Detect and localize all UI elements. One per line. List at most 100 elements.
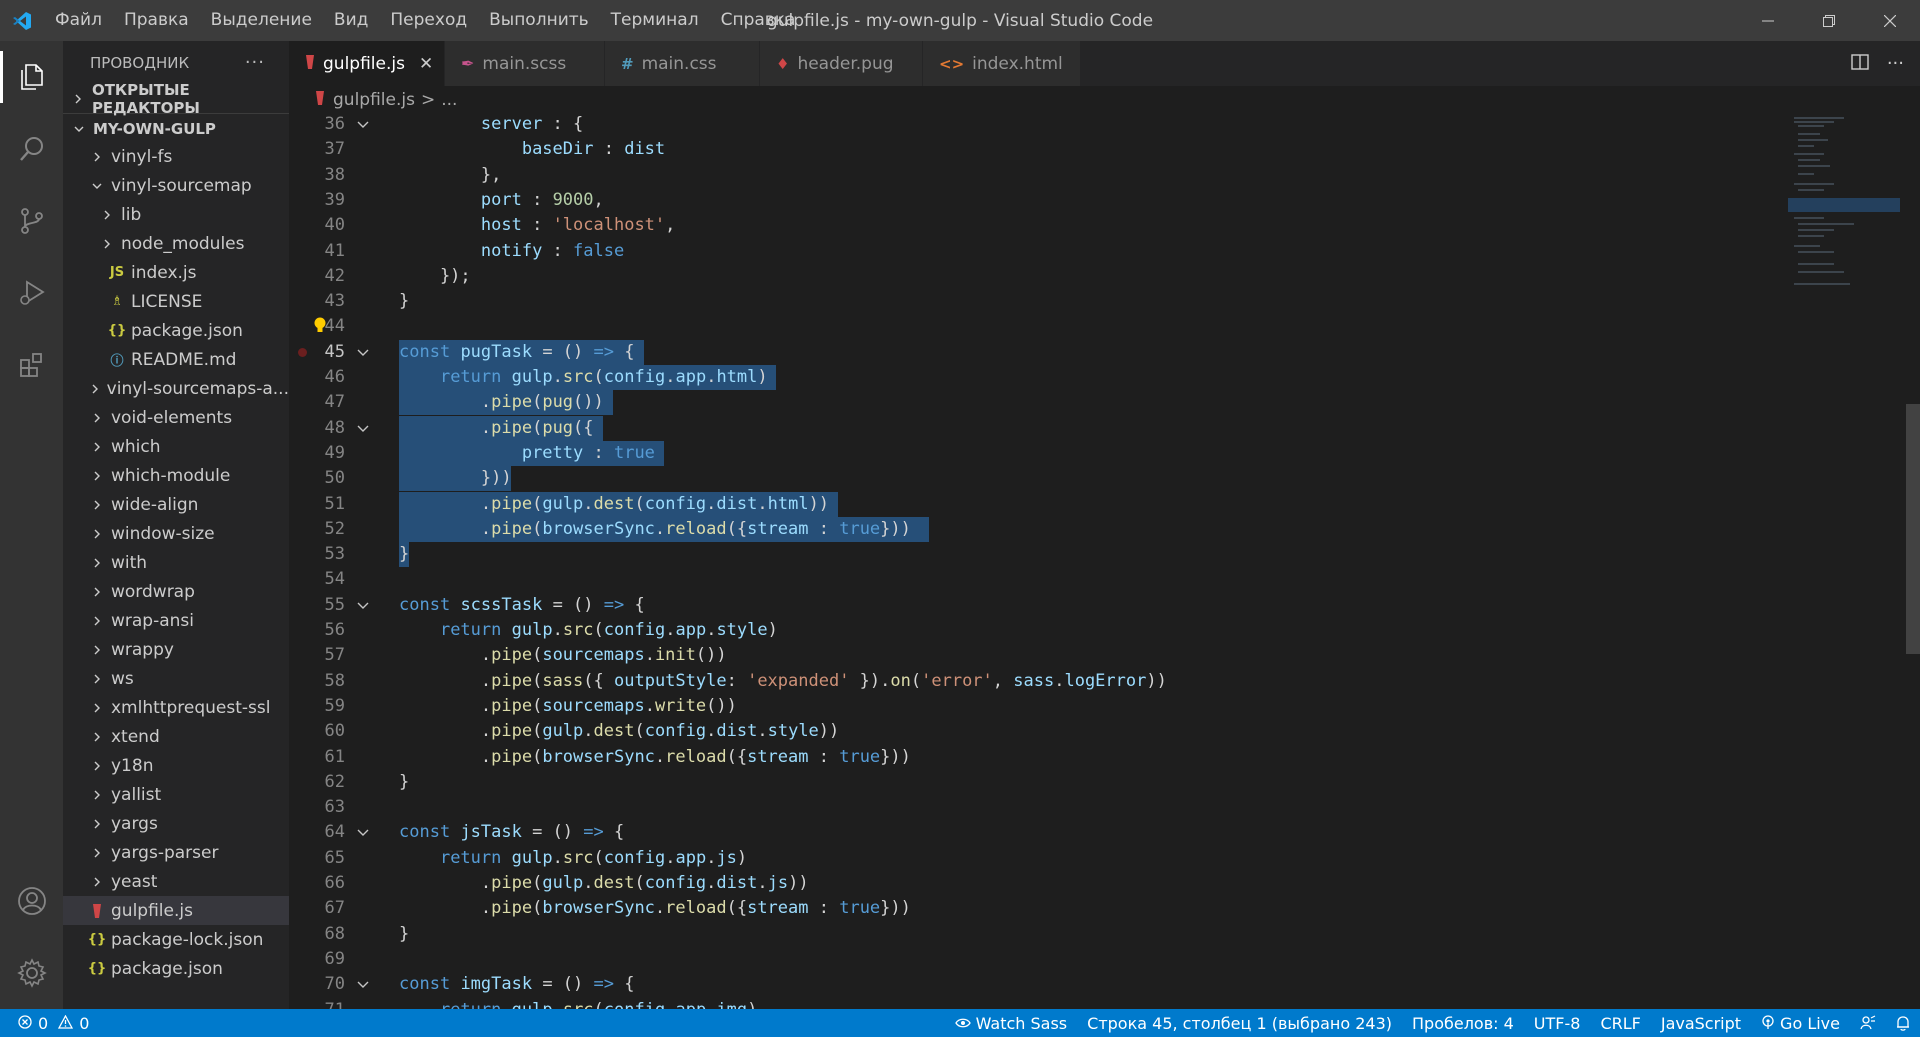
breadcrumb-more[interactable]: ... bbox=[441, 90, 457, 110]
scrollbar-thumb[interactable] bbox=[1906, 404, 1920, 654]
file-item[interactable]: ⓘ README.md bbox=[63, 345, 289, 374]
explorer-icon[interactable] bbox=[0, 41, 63, 113]
folder-item[interactable]: y18n bbox=[63, 751, 289, 780]
folder-item[interactable]: lib bbox=[63, 200, 289, 229]
language-mode[interactable]: JavaScript bbox=[1651, 1014, 1751, 1033]
chevron-right-icon bbox=[89, 732, 105, 742]
folder-item[interactable]: wrappy bbox=[63, 635, 289, 664]
settings-gear-icon[interactable] bbox=[0, 937, 63, 1009]
menu-item-7[interactable]: Справка bbox=[710, 0, 807, 41]
folder-item[interactable]: which bbox=[63, 432, 289, 461]
feedback-icon[interactable] bbox=[1850, 1015, 1886, 1031]
tab-gulpfile-js[interactable]: gulpfile.js ✕ bbox=[289, 41, 445, 86]
line-number: 48 bbox=[324, 417, 345, 438]
split-editor-icon[interactable] bbox=[1851, 53, 1869, 75]
breadcrumb-file[interactable]: gulpfile.js bbox=[333, 90, 415, 110]
line-number: 56 bbox=[324, 620, 345, 640]
code-line: 47 .pipe(pug()) bbox=[289, 390, 1784, 416]
code-text: notify : false bbox=[480, 240, 625, 261]
menu-item-6[interactable]: Терминал bbox=[600, 0, 710, 41]
open-editors-section[interactable]: ОТКРЫТЫЕ РЕДАКТОРЫ bbox=[63, 81, 289, 117]
problems-indicator[interactable]: 0 0 bbox=[0, 1014, 89, 1033]
accounts-icon[interactable] bbox=[0, 865, 63, 937]
code-line: 56 return gulp.src(config.app.style) bbox=[289, 618, 1784, 643]
folder-item[interactable]: yallist bbox=[63, 780, 289, 809]
indentation[interactable]: Пробелов: 4 bbox=[1402, 1014, 1524, 1033]
minimap[interactable] bbox=[1784, 114, 1904, 1009]
minimize-button[interactable] bbox=[1737, 0, 1798, 41]
code-line: 40 host : 'localhost', bbox=[289, 213, 1784, 238]
tab-main-css[interactable]: # main.css bbox=[605, 41, 760, 86]
folder-item[interactable]: wide-align bbox=[63, 490, 289, 519]
chevron-right-icon bbox=[89, 413, 105, 423]
menu-item-1[interactable]: Правка bbox=[113, 0, 200, 41]
code-line: 50 })) bbox=[289, 466, 1784, 492]
cursor-position[interactable]: Строка 45, столбец 1 (выбрано 243) bbox=[1077, 1014, 1402, 1033]
vertical-scrollbar[interactable] bbox=[1904, 114, 1920, 1009]
folder-item[interactable]: wordwrap bbox=[63, 577, 289, 606]
folder-item[interactable]: wrap-ansi bbox=[63, 606, 289, 635]
folder-item[interactable]: window-size bbox=[63, 519, 289, 548]
encoding[interactable]: UTF-8 bbox=[1524, 1014, 1591, 1033]
close-icon[interactable]: ✕ bbox=[419, 54, 433, 74]
code-text: .pipe(sourcemaps.write()) bbox=[399, 695, 737, 716]
search-icon[interactable] bbox=[0, 113, 63, 185]
tab-main-scss[interactable]: ✒ main.scss bbox=[445, 41, 605, 86]
menu-item-4[interactable]: Переход bbox=[379, 0, 478, 41]
file-item[interactable]: {} package-lock.json bbox=[63, 925, 289, 954]
line-number: 45 bbox=[324, 341, 345, 362]
folder-item[interactable]: yargs-parser bbox=[63, 838, 289, 867]
folder-item[interactable]: which-module bbox=[63, 461, 289, 490]
more-actions-icon[interactable]: ··· bbox=[245, 52, 265, 73]
fold-chevron-icon[interactable] bbox=[355, 344, 371, 360]
code-line: 44 bbox=[289, 314, 1784, 339]
folder-item[interactable]: vinyl-fs bbox=[63, 142, 289, 171]
file-item[interactable]: {} package.json bbox=[63, 954, 289, 983]
close-window-button[interactable] bbox=[1859, 0, 1920, 41]
source-control-icon[interactable] bbox=[0, 185, 63, 257]
code-line: 53} bbox=[289, 542, 1784, 568]
extensions-icon[interactable] bbox=[0, 329, 63, 401]
run-debug-icon[interactable] bbox=[0, 257, 63, 329]
folder-item[interactable]: xtend bbox=[63, 722, 289, 751]
code-editor[interactable]: 36 server : {37 baseDir : dist 38 }, 39 po… bbox=[289, 114, 1784, 1009]
menu-item-2[interactable]: Выделение bbox=[200, 0, 323, 41]
folder-item[interactable]: vinyl-sourcemaps-a... bbox=[63, 374, 289, 403]
folder-item[interactable]: ws bbox=[63, 664, 289, 693]
fold-chevron-icon[interactable] bbox=[355, 976, 371, 992]
tree-item-label: vinyl-fs bbox=[111, 146, 173, 167]
go-live-label: Go Live bbox=[1780, 1013, 1840, 1033]
watch-sass-button[interactable]: Watch Sass bbox=[945, 1014, 1078, 1033]
project-section[interactable]: MY-OWN-GULP bbox=[63, 113, 289, 143]
restore-button[interactable] bbox=[1798, 0, 1859, 41]
file-item[interactable]: {} package.json bbox=[63, 316, 289, 345]
folder-item[interactable]: node_modules bbox=[63, 229, 289, 258]
fold-chevron-icon[interactable] bbox=[355, 116, 371, 132]
fold-chevron-icon[interactable] bbox=[355, 824, 371, 840]
menu-item-0[interactable]: Файл bbox=[44, 0, 113, 41]
fold-chevron-icon[interactable] bbox=[355, 597, 371, 613]
menu-item-5[interactable]: Выполнить bbox=[478, 0, 600, 41]
folder-item[interactable]: yeast bbox=[63, 867, 289, 896]
more-editor-actions-icon[interactable]: ··· bbox=[1887, 53, 1904, 74]
file-item[interactable]: gulpfile.js bbox=[63, 896, 289, 925]
go-live-button[interactable]: Go Live bbox=[1751, 1014, 1850, 1033]
end-of-line[interactable]: CRLF bbox=[1590, 1014, 1650, 1033]
file-item[interactable]: ♗ LICENSE bbox=[63, 287, 289, 316]
code-text: } bbox=[399, 923, 410, 944]
menu-item-3[interactable]: Вид bbox=[323, 0, 379, 41]
file-item[interactable]: JS index.js bbox=[63, 258, 289, 287]
notifications-bell-icon[interactable] bbox=[1886, 1015, 1920, 1031]
tab-header-pug[interactable]: ♦ header.pug bbox=[760, 41, 923, 86]
code-text: baseDir : dist bbox=[521, 139, 666, 160]
fold-chevron-icon[interactable] bbox=[355, 420, 371, 436]
tab-index-html[interactable]: <> index.html bbox=[923, 41, 1081, 86]
folder-item[interactable]: with bbox=[63, 548, 289, 577]
folder-item[interactable]: void-elements bbox=[63, 403, 289, 432]
folder-item[interactable]: yargs bbox=[63, 809, 289, 838]
js-file-icon: JS bbox=[109, 265, 125, 280]
lightbulb-icon[interactable] bbox=[313, 316, 327, 339]
folder-item[interactable]: vinyl-sourcemap bbox=[63, 171, 289, 200]
line-number: 40 bbox=[324, 215, 345, 236]
folder-item[interactable]: xmlhttprequest-ssl bbox=[63, 693, 289, 722]
